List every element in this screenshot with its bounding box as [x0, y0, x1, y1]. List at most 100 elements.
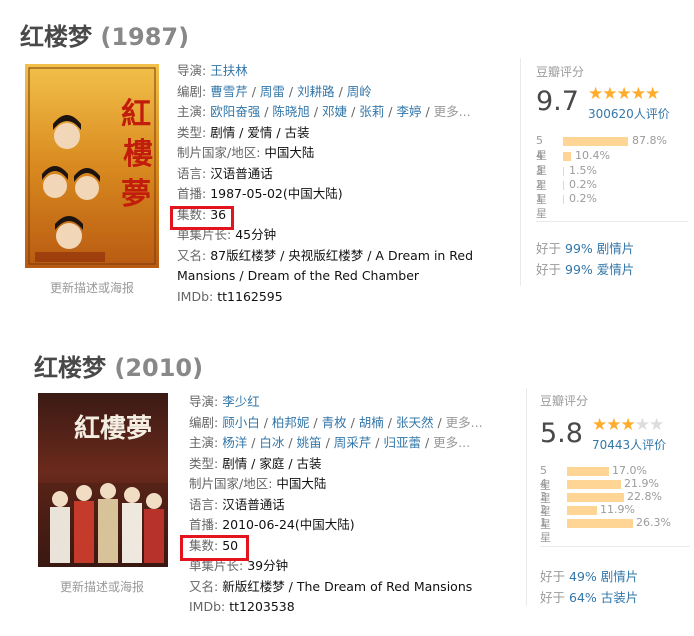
- rating-votes-link[interactable]: 70443人评价: [592, 436, 666, 453]
- cast-link[interactable]: 杨洋: [222, 435, 247, 450]
- cast-link[interactable]: 姚笛: [297, 435, 322, 450]
- premiere-row: 首播: 1987-05-02(中国大陆): [177, 184, 473, 205]
- writer-link[interactable]: 曹雪芹: [210, 84, 248, 99]
- writer-label: 编剧:: [189, 414, 219, 430]
- bar-pct: 87.8%: [632, 134, 667, 147]
- better-pct-link[interactable]: 64%: [569, 590, 597, 605]
- cast-row: 主演: 杨洋 / 白冰 / 姚笛 / 周采芹 / 归亚蕾 / 更多...: [189, 435, 471, 450]
- bar-pct: 0.2%: [569, 192, 597, 205]
- imdb-row: IMDb: tt1203538: [189, 597, 483, 618]
- director-row: 导演: 王扶林: [177, 61, 473, 82]
- genre-label: 类型:: [177, 124, 207, 140]
- rating-votes-link[interactable]: 300620人评价: [588, 105, 670, 122]
- title-text: 红楼梦: [34, 354, 106, 382]
- rating-stars: ★★★★★: [592, 415, 664, 435]
- imdb-row: IMDb: tt1162595: [177, 287, 473, 308]
- poster-image[interactable]: 紅樓夢: [38, 393, 168, 567]
- rating-panel: 豆瓣评分 9.7 ★★★★★ 300620人评价 5星 87.8% 4星 10.…: [520, 58, 690, 288]
- cast-link[interactable]: 陈晓旭: [272, 104, 310, 119]
- better-prefix: 好于: [536, 241, 562, 256]
- star-icon: ★: [620, 415, 636, 435]
- writer-label: 编剧:: [177, 83, 207, 99]
- cast-link[interactable]: 邓婕: [322, 104, 347, 119]
- svg-text:樓: 樓: [123, 137, 153, 172]
- movie-title: 红楼梦 (1987): [20, 17, 189, 52]
- bar-fill: [563, 137, 628, 146]
- writer-link[interactable]: 周雷: [260, 84, 285, 99]
- writer-link[interactable]: 刘耕路: [297, 84, 335, 99]
- rating-separator: [536, 221, 688, 222]
- bar-fill: [567, 519, 633, 528]
- aka-label: 又名:: [177, 247, 207, 263]
- bar-fill: [567, 493, 624, 502]
- writer-link[interactable]: 顾小白: [222, 415, 260, 430]
- svg-text:紅樓夢: 紅樓夢: [74, 413, 152, 444]
- writer-link[interactable]: 柏邦妮: [272, 415, 310, 430]
- better-pct-link[interactable]: 49%: [569, 569, 597, 584]
- better-pct-link[interactable]: 99%: [565, 262, 593, 277]
- country-value: 中国大陆: [276, 476, 327, 491]
- imdb-label: IMDb:: [189, 599, 226, 614]
- better-genre-link[interactable]: 爱情片: [597, 262, 635, 277]
- update-poster-link[interactable]: 更新描述或海报: [60, 578, 144, 595]
- better-genre-link[interactable]: 剧情片: [597, 241, 635, 256]
- cast-link[interactable]: 张莉: [359, 104, 384, 119]
- language-value: 汉语普通话: [210, 165, 273, 181]
- bar-fill: [563, 195, 564, 204]
- better-than-row: 好于 99% 剧情片: [536, 238, 634, 257]
- language-row: 语言: 汉语普通话: [189, 495, 483, 516]
- better-pct-link[interactable]: 99%: [565, 241, 593, 256]
- title-year: (1987): [100, 23, 190, 51]
- cast-link[interactable]: 白冰: [259, 435, 284, 450]
- aka-value: 87版红楼梦 / 央视版红楼梦 / A Dream in Red: [210, 247, 474, 263]
- bar-fill: [563, 181, 564, 190]
- rating-header: 豆瓣评分: [540, 394, 589, 408]
- movie-info: 导演: 王扶林 编剧: 曹雪芹 / 周雷 / 刘耕路 / 周岭 主演: 欧阳奋强…: [177, 61, 473, 307]
- cast-label: 主演:: [189, 435, 219, 450]
- director-row: 导演: 李少红: [189, 392, 483, 413]
- aka-row: 又名: 新版红楼梦 / The Dream of Red Mansions: [189, 577, 483, 598]
- writer-link[interactable]: 青枚: [322, 415, 347, 430]
- imdb-value: tt1203538: [229, 599, 295, 614]
- more-cast-link[interactable]: 更多...: [434, 104, 471, 119]
- aka-value-cont: Mansions / Dream of the Red Chamber: [177, 268, 420, 283]
- episodes-highlight-box: [180, 535, 249, 561]
- rating-divider: [520, 58, 521, 286]
- star-icon: ★: [616, 84, 632, 104]
- poster-art-1987: 紅 樓 夢: [25, 64, 159, 268]
- genre-value: 剧情 / 爱情 / 古装: [210, 124, 310, 140]
- director-link[interactable]: 王扶林: [210, 63, 248, 78]
- cast-link[interactable]: 李婷: [396, 104, 421, 119]
- update-poster-link[interactable]: 更新描述或海报: [50, 279, 134, 296]
- premiere-value: 2010-06-24(中国大陆): [222, 517, 355, 532]
- imdb-value: tt1162595: [217, 288, 283, 304]
- writer-link[interactable]: 周岭: [347, 84, 372, 99]
- bar-label: 1星: [540, 516, 551, 544]
- rating-score: 9.7: [536, 86, 579, 117]
- runtime-value: 45分钟: [235, 227, 277, 242]
- title-year: (2010): [114, 354, 204, 382]
- better-genre-link[interactable]: 剧情片: [601, 569, 639, 584]
- country-label: 制片国家/地区:: [189, 476, 273, 491]
- rating-divider: [526, 388, 527, 606]
- better-genre-link[interactable]: 古装片: [601, 590, 639, 605]
- poster-image[interactable]: 紅 樓 夢: [25, 64, 159, 268]
- language-value: 汉语普通话: [222, 496, 285, 512]
- cast-link[interactable]: 归亚蕾: [383, 435, 421, 450]
- writer-row: 编剧: 曹雪芹 / 周雷 / 刘耕路 / 周岭: [177, 83, 372, 99]
- star-icon: ★: [588, 84, 603, 104]
- rating-separator: [540, 546, 690, 547]
- cast-link[interactable]: 欧阳奋强: [210, 104, 260, 119]
- writer-row: 编剧: 顾小白 / 柏邦妮 / 青枚 / 胡楠 / 张天然 / 更多...: [189, 414, 483, 430]
- cast-link[interactable]: 周采芹: [334, 435, 372, 450]
- bar-pct: 21.9%: [624, 477, 659, 490]
- writer-link[interactable]: 张天然: [396, 415, 434, 430]
- star-icon: ★: [602, 84, 617, 104]
- better-prefix: 好于: [540, 590, 566, 605]
- country-label: 制片国家/地区:: [177, 145, 261, 160]
- director-link[interactable]: 李少红: [222, 394, 260, 409]
- more-cast-link[interactable]: 更多...: [433, 435, 470, 450]
- country-row: 制片国家/地区: 中国大陆: [189, 474, 483, 495]
- writer-link[interactable]: 胡楠: [359, 415, 384, 430]
- more-writers-link[interactable]: 更多...: [446, 415, 483, 430]
